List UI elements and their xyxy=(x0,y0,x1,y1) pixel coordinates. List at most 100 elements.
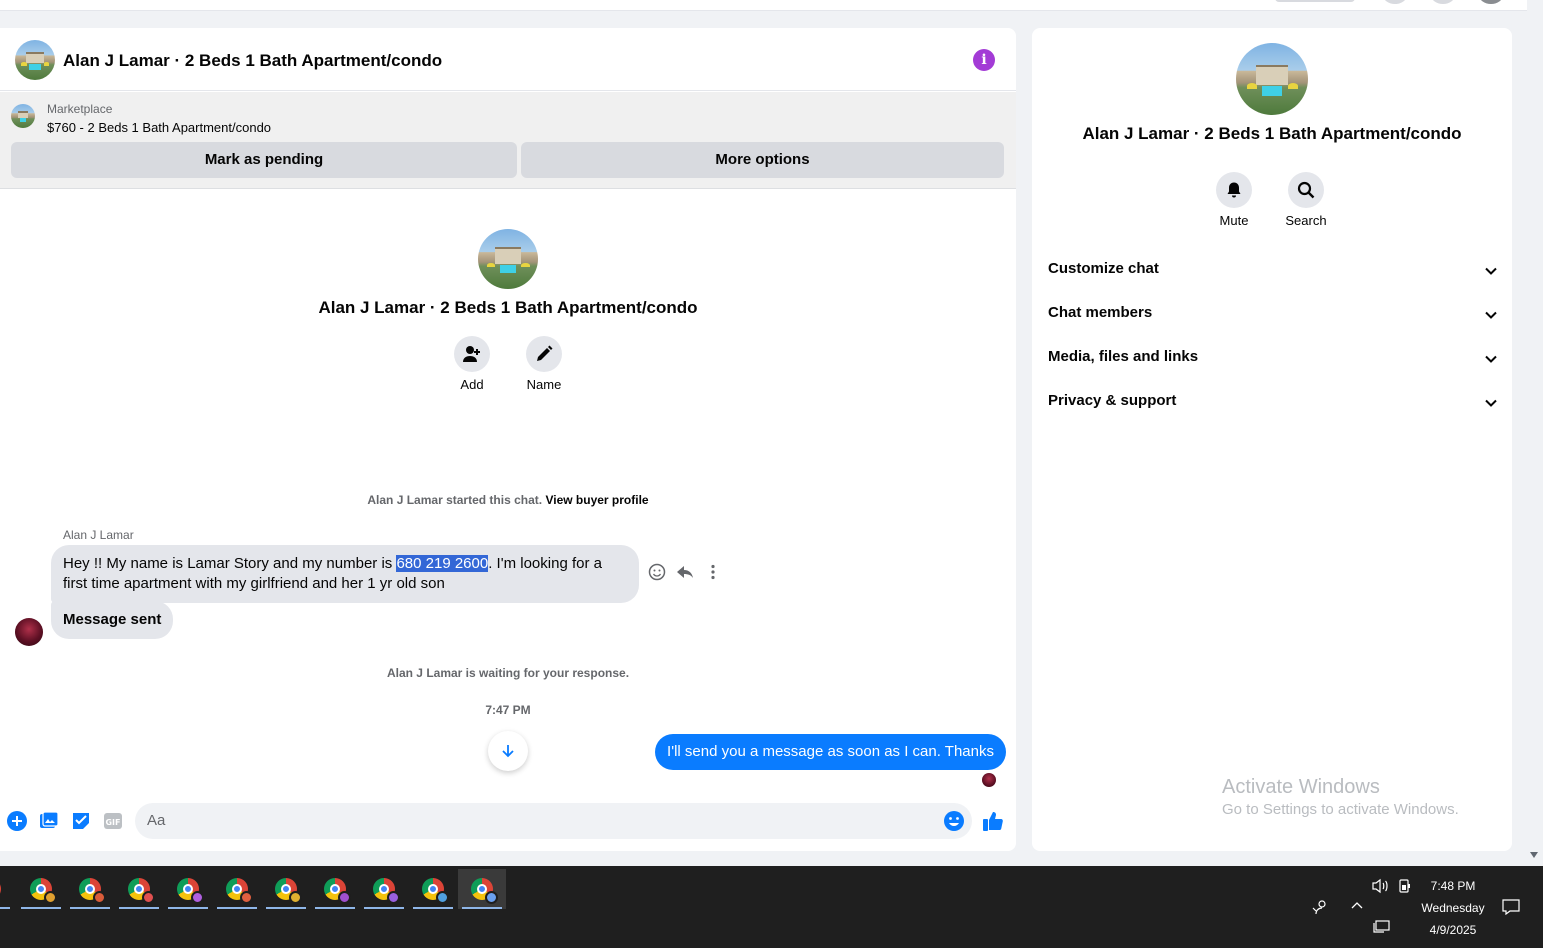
listing-thumbnail[interactable] xyxy=(11,104,35,128)
outgoing-message[interactable]: I'll send you a message as soon as I can… xyxy=(655,734,1006,770)
search-icon xyxy=(1297,181,1315,199)
name-button[interactable] xyxy=(526,336,562,372)
clock-day[interactable]: Wednesday xyxy=(1408,901,1498,915)
chevron-down-icon xyxy=(1485,399,1497,407)
top-nav-item[interactable] xyxy=(1275,0,1355,2)
chrome-icon xyxy=(128,878,155,904)
chat-details-panel: Alan J Lamar · 2 Beds 1 Bath Apartment/c… xyxy=(1032,28,1512,851)
section-media-files-links[interactable]: Media, files and links xyxy=(1048,348,1498,372)
mark-as-pending-button[interactable]: Mark as pending xyxy=(11,142,517,178)
thumbs-up-icon[interactable] xyxy=(982,810,1004,832)
page-scrollbar[interactable] xyxy=(1527,0,1543,866)
mute-button[interactable] xyxy=(1216,172,1252,208)
profile-badge-icon xyxy=(289,891,302,904)
chat-title[interactable]: Alan J Lamar · 2 Beds 1 Bath Apartment/c… xyxy=(63,51,442,71)
taskbar-chrome-window[interactable] xyxy=(262,869,310,909)
reply-icon[interactable] xyxy=(676,563,694,581)
section-label: Media, files and links xyxy=(1048,348,1199,365)
plus-icon[interactable] xyxy=(6,810,28,832)
intro-title: Alan J Lamar · 2 Beds 1 Bath Apartment/c… xyxy=(318,298,698,317)
notifications-icon[interactable] xyxy=(1502,899,1520,918)
message-text: Hey !! My name is Lamar Story and my num… xyxy=(63,555,397,572)
scroll-to-bottom-button[interactable] xyxy=(488,731,528,771)
top-nav-icon[interactable] xyxy=(1383,0,1407,4)
profile-badge-icon xyxy=(387,891,400,904)
name-label: Name xyxy=(526,377,562,392)
search-button[interactable] xyxy=(1288,172,1324,208)
emoji-icon[interactable] xyxy=(943,810,965,832)
taskbar-chrome-window[interactable] xyxy=(213,869,261,909)
profile-avatar[interactable] xyxy=(1479,0,1503,4)
add-person-icon xyxy=(463,346,480,362)
sticker-icon[interactable] xyxy=(70,810,92,832)
message-timestamp: 7:47 PM xyxy=(485,703,531,717)
taskbar-chrome-window[interactable] xyxy=(164,869,212,909)
marketplace-banner: Marketplace $760 - 2 Beds 1 Bath Apartme… xyxy=(0,92,1016,189)
activate-windows-title: Activate Windows xyxy=(1222,776,1380,798)
view-buyer-profile-link[interactable]: View buyer profile xyxy=(545,493,648,507)
taskbar-chrome-window[interactable] xyxy=(115,869,163,909)
message-input[interactable]: Aa xyxy=(135,803,972,839)
message-composer: GIF Aa xyxy=(0,798,1016,848)
sender-name: Alan J Lamar xyxy=(63,528,134,542)
mute-label: Mute xyxy=(1219,213,1249,228)
gif-icon[interactable]: GIF xyxy=(102,810,124,832)
chat-avatar[interactable] xyxy=(15,40,55,80)
chat-started-text: Alan J Lamar started this chat. xyxy=(367,493,543,507)
top-nav-icon[interactable] xyxy=(1431,0,1455,4)
highlighted-phone-number[interactable]: 680 219 2600 xyxy=(396,555,489,572)
activate-windows-subtitle: Go to Settings to activate Windows. xyxy=(1222,801,1459,818)
taskbar-chrome-window[interactable] xyxy=(360,869,408,909)
taskbar-chrome-window[interactable] xyxy=(409,869,457,909)
photo-icon[interactable] xyxy=(38,810,60,832)
intro-avatar xyxy=(478,229,538,289)
marketplace-label: Marketplace xyxy=(47,102,113,116)
listing-summary[interactable]: $760 - 2 Beds 1 Bath Apartment/condo xyxy=(47,120,271,135)
react-emoji-icon[interactable] xyxy=(648,563,666,581)
taskbar-app-partial[interactable] xyxy=(0,869,14,909)
top-navigation-bar xyxy=(0,0,1527,11)
network-icon[interactable] xyxy=(1373,920,1391,937)
profile-badge-icon xyxy=(93,891,106,904)
add-people-button[interactable] xyxy=(454,336,490,372)
profile-badge-icon xyxy=(240,891,253,904)
section-privacy-support[interactable]: Privacy & support xyxy=(1048,392,1498,416)
chevron-down-icon xyxy=(1485,311,1497,319)
bell-icon xyxy=(1227,182,1241,198)
taskbar-chrome-window[interactable] xyxy=(17,869,65,909)
profile-badge-icon xyxy=(191,891,204,904)
chat-started-notice: Alan J Lamar started this chat. View buy… xyxy=(0,493,1016,507)
volume-icon[interactable] xyxy=(1372,878,1390,897)
search-label: Search xyxy=(1285,213,1327,228)
arrow-down-icon xyxy=(502,745,514,758)
profile-badge-icon xyxy=(485,891,498,904)
section-chat-members[interactable]: Chat members xyxy=(1048,304,1498,328)
profile-badge-icon xyxy=(436,891,449,904)
profile-badge-icon xyxy=(44,891,57,904)
more-options-button[interactable]: More options xyxy=(521,142,1004,178)
chrome-icon xyxy=(373,878,400,904)
chrome-icon xyxy=(79,878,106,904)
taskbar-chrome-window[interactable] xyxy=(311,869,359,909)
people-icon[interactable] xyxy=(1312,899,1330,918)
info-icon[interactable]: i xyxy=(973,49,995,71)
taskbar-chrome-window[interactable] xyxy=(66,869,114,909)
clock-time[interactable]: 7:48 PM xyxy=(1408,879,1498,893)
clock-date[interactable]: 4/9/2025 xyxy=(1408,923,1498,937)
scroll-down-arrow[interactable] xyxy=(1530,852,1538,858)
chrome-icon xyxy=(30,878,57,904)
section-customize-chat[interactable]: Customize chat xyxy=(1048,260,1498,284)
windows-taskbar: 7:48 PM Wednesday 4/9/2025 xyxy=(0,866,1543,948)
sender-avatar[interactable] xyxy=(15,618,43,646)
incoming-message[interactable]: Hey !! My name is Lamar Story and my num… xyxy=(51,545,639,603)
chevron-up-icon[interactable] xyxy=(1350,899,1364,916)
profile-badge-icon xyxy=(338,891,351,904)
details-title: Alan J Lamar · 2 Beds 1 Bath Apartment/c… xyxy=(1082,124,1462,143)
taskbar-chrome-window[interactable] xyxy=(458,869,506,909)
section-label: Customize chat xyxy=(1048,260,1159,277)
chevron-down-icon xyxy=(1485,355,1497,363)
chrome-icon xyxy=(324,878,351,904)
more-vertical-icon[interactable] xyxy=(704,563,722,581)
incoming-message[interactable]: Message sent xyxy=(51,601,174,639)
chrome-icon xyxy=(0,878,1,900)
